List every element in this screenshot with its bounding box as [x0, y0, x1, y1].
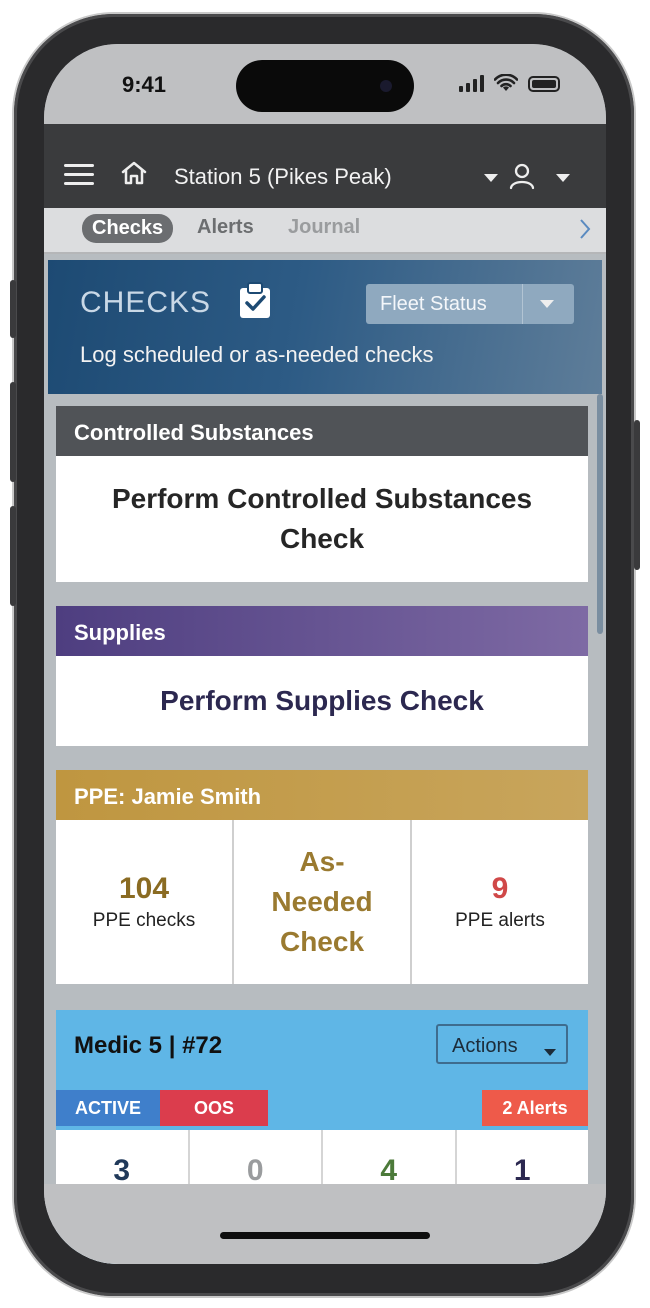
status-time: 9:41 [122, 72, 167, 97]
home-indicator[interactable] [220, 1232, 430, 1239]
ppe-checks-label: PPE checks [92, 910, 196, 931]
main-content: CHECKS Log scheduled or as-needed checks… [44, 254, 606, 1264]
home-indicator-area [44, 1184, 606, 1264]
checks-hero: CHECKS Log scheduled or as-needed checks… [48, 260, 602, 394]
alerts-badge[interactable]: 2 Alerts [482, 1090, 588, 1126]
ppe-checks-stat[interactable]: 104 PPE checks [56, 820, 234, 984]
controlled-substances-card: Controlled Substances Perform Controlled… [56, 406, 588, 582]
fleet-status-button[interactable]: Fleet Status [366, 284, 574, 324]
phone-power-button [634, 420, 640, 570]
fleet-status-label: Fleet Status [380, 293, 487, 315]
action-label-line2: Check [279, 523, 365, 554]
page-subtitle: Log scheduled or as-needed checks [80, 342, 434, 367]
button-divider [522, 284, 523, 324]
menu-icon[interactable] [64, 164, 94, 191]
card-header: Controlled Substances [56, 406, 588, 456]
tab-bar: Checks Alerts Journal [44, 208, 606, 254]
tab-alerts[interactable]: Alerts [197, 216, 254, 239]
status-badge-oos[interactable]: OOS [160, 1090, 268, 1126]
unit-title: Medic 5 | #72 [74, 1032, 223, 1059]
action-label-line1: Perform Controlled Substances [111, 483, 533, 514]
caret-down-icon[interactable] [556, 174, 570, 182]
phone-volume-down-button [10, 506, 16, 606]
wifi-icon [494, 74, 518, 91]
signal-icon [459, 74, 484, 92]
caret-down-icon[interactable] [540, 300, 554, 308]
tab-checks[interactable]: Checks [82, 214, 174, 243]
user-icon[interactable] [508, 162, 536, 190]
top-navbar: Station 5 (Pikes Peak) [44, 124, 606, 208]
station-selector[interactable]: Station 5 (Pikes Peak) [174, 164, 392, 190]
phone-side-button [10, 280, 16, 338]
front-camera [380, 80, 392, 92]
clipboard-check-icon [240, 282, 270, 318]
scrollbar[interactable] [597, 394, 603, 634]
card-header: Supplies [56, 606, 588, 656]
page-title: CHECKS [80, 286, 212, 319]
actions-label: Actions [452, 1035, 518, 1057]
as-needed-check-button[interactable]: As- Needed Check [234, 820, 412, 984]
card-header: PPE: Jamie Smith [56, 770, 588, 820]
ppe-alerts-stat[interactable]: 9 PPE alerts [412, 820, 588, 984]
status-icons [459, 74, 560, 92]
as-needed-line2: Needed [271, 886, 373, 917]
perform-controlled-substances-check-button[interactable]: Perform Controlled Substances Check [56, 456, 588, 582]
home-icon[interactable] [120, 160, 148, 186]
caret-down-icon [544, 1043, 556, 1061]
status-bar: 9:41 [44, 44, 606, 124]
status-badges: ACTIVE OOS 2 Alerts [56, 1090, 588, 1126]
as-needed-line3: Check [279, 926, 365, 957]
battery-icon [528, 76, 560, 92]
as-needed-line1: As- [299, 846, 345, 877]
chevron-right-icon[interactable] [578, 218, 592, 240]
phone-volume-up-button [10, 382, 16, 482]
ppe-alerts-count: 9 [491, 872, 509, 905]
supplies-card: Supplies Perform Supplies Check [56, 606, 588, 746]
tab-journal[interactable]: Journal [288, 216, 360, 239]
phone-screen: 9:41 Station 5 (Pikes Peak) Checks Alert… [44, 44, 606, 1264]
ppe-stats: 104 PPE checks As- Needed Check 9 PPE al… [56, 820, 588, 984]
ppe-card: PPE: Jamie Smith 104 PPE checks As- Need… [56, 770, 588, 984]
caret-down-icon[interactable] [484, 174, 498, 182]
ppe-checks-count: 104 [118, 872, 170, 905]
dynamic-island [236, 60, 414, 112]
perform-supplies-check-button[interactable]: Perform Supplies Check [56, 656, 588, 746]
ppe-alerts-label: PPE alerts [455, 910, 545, 931]
actions-dropdown-button[interactable]: Actions [436, 1024, 568, 1064]
status-badge-active: ACTIVE [56, 1090, 160, 1126]
